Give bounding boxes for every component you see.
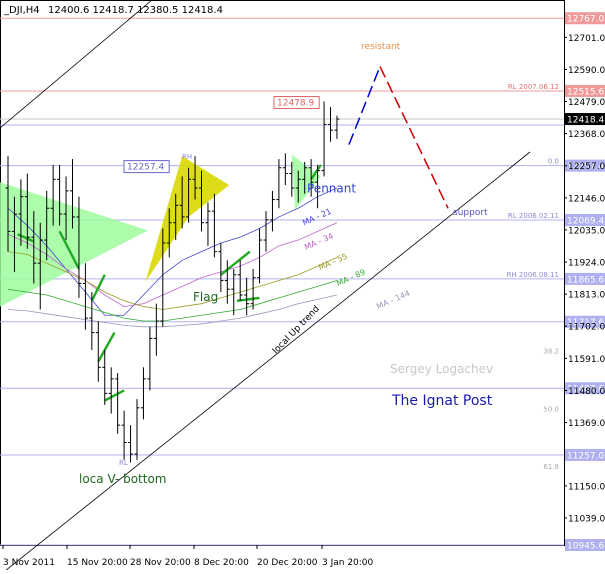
ma-label: MA - 144 <box>375 289 411 312</box>
y-axis-tick-label: 11369.0 <box>568 419 605 429</box>
y-axis-tick-label: 12146.0 <box>568 194 605 204</box>
chart-svg: RL 2007.06.12 0.0 RL 2006.02.11 RH 2006.08.… <box>0 0 605 574</box>
annotation-pennant: Pennant <box>307 181 356 195</box>
upper-channel-line <box>0 0 153 129</box>
y-axis-tick-label: 10945.6 <box>567 542 604 552</box>
ma-label: MA - 21 <box>301 207 333 228</box>
annotation-rl: RL <box>119 459 128 467</box>
y-axis-tick-label: 12479.0 <box>568 98 605 108</box>
fib-label: 38.2 <box>543 347 559 355</box>
green-trend-segment <box>97 332 116 363</box>
candles <box>5 101 340 463</box>
fib-label: 61.8 <box>543 463 559 471</box>
price-box-text: 12257.4 <box>127 163 164 173</box>
x-axis-tick-label: 15 Nov 20:00 <box>67 558 128 568</box>
y-axis-tick-label: 12035.0 <box>568 226 605 236</box>
annotation-rh: RH <box>182 153 192 161</box>
annotation-author: Sergey Logachev <box>390 362 493 376</box>
annotation-support: support <box>453 208 488 218</box>
y-axis-tick-label: 12701.0 <box>568 34 605 44</box>
y-axis-tick-label: 12368.0 <box>568 130 605 140</box>
y-axis-tick-label: 11813.0 <box>568 291 605 301</box>
chart-symbol: _DJI,H4 <box>3 5 40 16</box>
y-axis: 12767.0 12701.0 12590.0 12515.612479.0 12418… <box>564 12 605 552</box>
forecast-path <box>348 66 449 209</box>
green-trend-segment <box>104 389 125 402</box>
level-label: RH 2006.08.11 <box>507 271 559 279</box>
annotation-resistant: resistant <box>361 42 401 52</box>
ma-89-line <box>7 280 338 322</box>
y-axis-tick-label: 11257.0 <box>567 451 604 461</box>
x-axis-tick-label: 28 Nov 20:00 <box>130 558 191 568</box>
horizontal-levels: RL 2007.06.12 0.0 RL 2006.02.11 RH 2006.08.… <box>0 0 565 546</box>
annotation-flag: Flag <box>193 290 218 304</box>
y-axis-tick-label: 12257.0 <box>568 162 605 172</box>
annotation-bottom: loca V- bottom <box>79 472 167 486</box>
price-box-text: 12478.9 <box>277 99 314 109</box>
level-label: 0.0 <box>548 158 559 166</box>
ma-label: MA - 34 <box>303 231 335 252</box>
forecast-up <box>348 66 381 145</box>
y-axis-tick-label: 12590.0 <box>568 66 605 76</box>
y-axis-tick-label: 11702.0 <box>568 323 605 333</box>
y-axis-tick-label: 11924.0 <box>568 259 605 269</box>
y-axis-tick-label: 12069.4 <box>567 216 604 226</box>
ma-label: MA - 89 <box>335 268 367 289</box>
level-label: RL 2007.06.12 <box>508 83 559 91</box>
x-axis: 3 Nov 2011 15 Nov 20:00 28 Nov 20:00 8 Dec … <box>2 545 374 568</box>
x-axis-tick-label: 3 Jan 20:00 <box>322 558 374 568</box>
y-axis-tick-label: 12767.0 <box>567 15 604 25</box>
y-axis-tick-label: 12418.4 <box>567 116 604 126</box>
y-axis-tick-label: 12515.6 <box>567 87 604 97</box>
green-trend-segment <box>220 250 251 276</box>
chart-ohlc: 12400.6 12418.7 12380.5 12418.4 <box>48 5 223 16</box>
y-axis-tick-label: 11039.0 <box>568 514 605 524</box>
y-axis-tick-label: 11591.0 <box>568 355 605 365</box>
x-axis-tick-label: 8 Dec 20:00 <box>194 558 249 568</box>
y-axis-tick-label: 11150.0 <box>568 482 605 492</box>
chart: RL 2007.06.12 0.0 RL 2006.02.11 RH 2006.08.… <box>0 0 605 574</box>
price-box-12257: 12257.4 <box>123 160 170 174</box>
price-box-12478: 12478.9 <box>273 96 320 110</box>
level-label: RL 2006.02.11 <box>508 212 559 220</box>
annotation-uptrend: local Up trend <box>271 304 322 356</box>
annotation-brand: The Ignat Post <box>391 393 493 409</box>
ma-label: MA - 55 <box>317 252 349 273</box>
x-axis-tick-label: 20 Dec 20:00 <box>257 558 318 568</box>
yellow-wedge <box>145 156 230 282</box>
y-axis-tick-label: 11480.0 <box>568 387 605 397</box>
fib-label: 50.0 <box>543 406 559 414</box>
green-zone <box>0 182 148 307</box>
annotations: resistant support Pennant Flag loca V- botto… <box>79 42 493 486</box>
x-axis-tick-label: 3 Nov 2011 <box>3 558 55 568</box>
y-axis-tick-label: 11865.6 <box>567 275 604 285</box>
forecast-down <box>379 66 449 209</box>
